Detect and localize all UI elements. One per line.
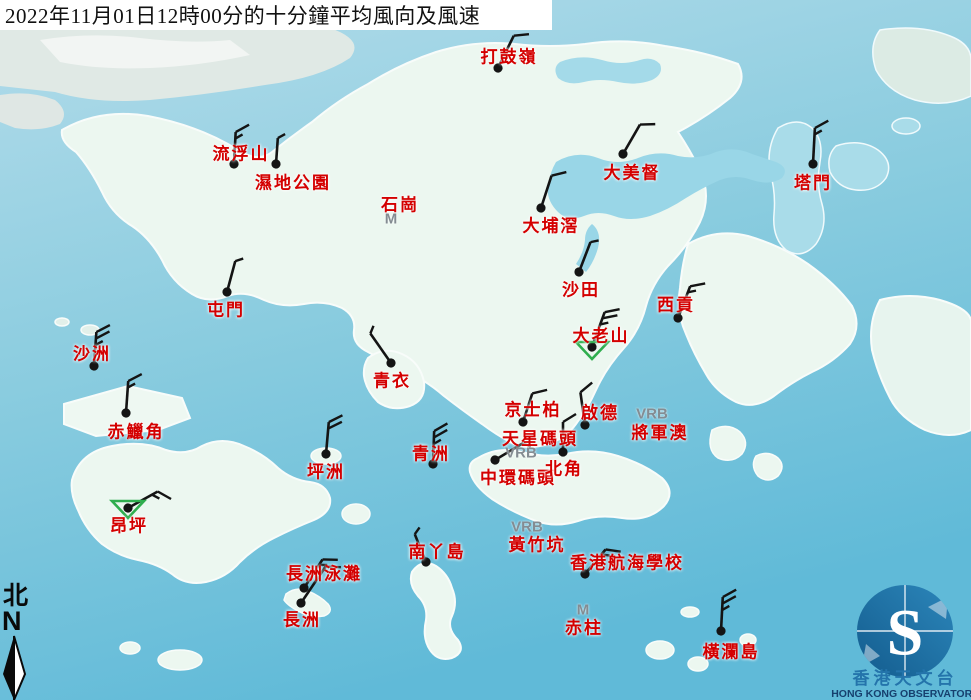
compass-north-label-en: N xyxy=(2,608,22,635)
hko-logo: S 香港天文台 HONG KONG OBSERVATORY xyxy=(818,574,971,700)
svg-text:S: S xyxy=(887,597,924,670)
title-bar: 2022年11月01日12時00分的十分鐘平均風向及風速 xyxy=(0,0,552,30)
wind-distribution-map: 打鼓嶺流浮山濕地公園石崗M大美督塔門大埔滘沙田屯門沙洲西貢大老山青衣赤鱲角京士柏… xyxy=(0,0,971,700)
observatory-logo-icon: S 香港天文台 HONG KONG OBSERVATORY xyxy=(818,574,971,700)
logo-name-zh: 香港天文台 xyxy=(853,668,958,688)
compass-needle-icon xyxy=(0,634,30,700)
map-title: 2022年11月01日12時00分的十分鐘平均風向及風速 xyxy=(0,0,480,30)
logo-name-en: HONG KONG OBSERVATORY xyxy=(831,688,971,700)
